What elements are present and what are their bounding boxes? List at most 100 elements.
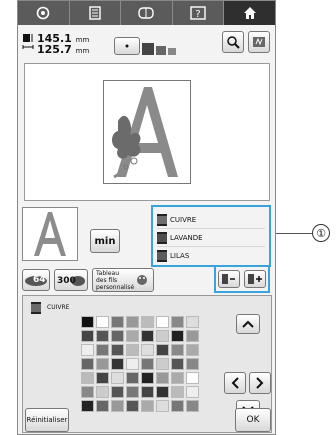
- color-swatch[interactable]: [186, 400, 199, 412]
- document-icon: [89, 6, 101, 20]
- color-swatch[interactable]: [141, 344, 154, 356]
- color-swatch[interactable]: [141, 316, 154, 328]
- color-swatch[interactable]: [156, 358, 169, 370]
- color-swatch[interactable]: [171, 400, 184, 412]
- color-swatch[interactable]: [186, 372, 199, 384]
- color-swatch[interactable]: [111, 344, 124, 356]
- thread-color-name: CUIVRE: [170, 215, 197, 224]
- custom-thread-table-label: Tableau des fils personnalisé: [96, 269, 135, 291]
- color-swatch[interactable]: [141, 400, 154, 412]
- color-swatch[interactable]: [141, 330, 154, 342]
- color-swatch[interactable]: [81, 330, 94, 342]
- color-swatch[interactable]: [96, 386, 109, 398]
- scroll-up-button[interactable]: [236, 314, 260, 334]
- color-swatch[interactable]: [111, 358, 124, 370]
- color-swatch[interactable]: [186, 330, 199, 342]
- current-thread-spool-icon: [31, 302, 41, 314]
- magnifier-icon: [227, 36, 240, 49]
- color-swatch[interactable]: [81, 400, 94, 412]
- color-swatch[interactable]: [126, 386, 139, 398]
- color-swatch[interactable]: [81, 386, 94, 398]
- scroll-left-button[interactable]: [224, 372, 246, 394]
- color-swatch[interactable]: [156, 400, 169, 412]
- palette-300-button[interactable]: 300: [54, 269, 88, 291]
- ok-button[interactable]: OK: [235, 408, 271, 432]
- memory-icon: [253, 37, 265, 47]
- thread-previous-button[interactable]: [218, 270, 240, 288]
- color-swatch[interactable]: [141, 386, 154, 398]
- color-swatch[interactable]: [96, 358, 109, 370]
- center-needle-button[interactable]: [114, 37, 140, 55]
- color-swatch[interactable]: [171, 330, 184, 342]
- color-swatch[interactable]: [126, 358, 139, 370]
- thread-row[interactable]: CUIVRE: [157, 211, 265, 229]
- color-swatch[interactable]: [156, 386, 169, 398]
- color-swatch[interactable]: [186, 358, 199, 370]
- color-swatch[interactable]: [111, 400, 124, 412]
- color-swatch[interactable]: [156, 372, 169, 384]
- color-swatch[interactable]: [111, 330, 124, 342]
- palette-64-label: 64: [33, 275, 46, 285]
- thread-row[interactable]: LILAS: [157, 247, 265, 265]
- color-swatch[interactable]: [171, 358, 184, 370]
- color-swatch[interactable]: [96, 344, 109, 356]
- custom-thread-table-button[interactable]: Tableau des fils personnalisé: [92, 268, 154, 292]
- color-swatch[interactable]: [126, 400, 139, 412]
- color-swatch[interactable]: [126, 344, 139, 356]
- color-swatch[interactable]: [171, 344, 184, 356]
- pattern-height: 125.7 mm: [37, 43, 90, 56]
- chevron-up-icon: [242, 320, 254, 328]
- chevron-right-icon: [256, 377, 264, 389]
- color-swatch[interactable]: [81, 358, 94, 370]
- color-swatch[interactable]: [186, 316, 199, 328]
- pattern-size-readout: 145.1 mm 125.7 mm: [22, 30, 112, 60]
- color-swatch[interactable]: [171, 386, 184, 398]
- min-button[interactable]: min: [90, 229, 120, 253]
- tab-help[interactable]: ?: [173, 1, 225, 25]
- pattern-preview: [24, 63, 270, 201]
- color-swatch[interactable]: [96, 330, 109, 342]
- color-swatch[interactable]: [96, 372, 109, 384]
- thread-color-list: CUIVRE LAVANDE LILAS: [151, 205, 271, 267]
- thread-color-name: LILAS: [170, 252, 190, 260]
- color-swatch[interactable]: [156, 344, 169, 356]
- color-swatch[interactable]: [186, 386, 199, 398]
- scroll-right-button[interactable]: [249, 372, 271, 394]
- tab-settings[interactable]: [18, 1, 70, 25]
- color-swatch[interactable]: [171, 316, 184, 328]
- palette-64-button[interactable]: 64: [22, 269, 50, 291]
- thread-color-name: LAVANDE: [170, 233, 203, 242]
- color-swatch[interactable]: [141, 358, 154, 370]
- color-swatch[interactable]: [141, 372, 154, 384]
- thread-spool-icon: [157, 250, 167, 262]
- thread-next-button[interactable]: [244, 270, 266, 288]
- color-swatch[interactable]: [186, 344, 199, 356]
- thread-row[interactable]: LAVANDE: [157, 229, 265, 247]
- color-swatch[interactable]: [111, 386, 124, 398]
- color-swatch[interactable]: [156, 316, 169, 328]
- color-swatch[interactable]: [111, 316, 124, 328]
- color-swatch[interactable]: [126, 316, 139, 328]
- color-swatch[interactable]: [81, 372, 94, 384]
- letter-a-embroidery-design: [112, 87, 178, 179]
- color-swatch[interactable]: [96, 400, 109, 412]
- color-swatch[interactable]: [111, 372, 124, 384]
- tab-home[interactable]: [224, 1, 275, 25]
- color-swatch[interactable]: [81, 344, 94, 356]
- color-swatch[interactable]: [156, 330, 169, 342]
- memory-button[interactable]: [248, 31, 270, 53]
- color-swatch[interactable]: [126, 372, 139, 384]
- color-swatch[interactable]: [171, 372, 184, 384]
- pattern-thumbnail: [22, 207, 78, 261]
- embroidery-edit-screen: ? 145.1 mm 125.7 mm min CUIVRE LAVANDE L…: [17, 0, 276, 435]
- color-swatch[interactable]: [96, 316, 109, 328]
- chevron-left-icon: [231, 377, 239, 389]
- needle-point-icon: [125, 44, 129, 48]
- magnify-button[interactable]: [222, 31, 244, 53]
- tab-help-document[interactable]: [70, 1, 122, 25]
- callout-number: ①: [312, 224, 330, 242]
- reset-button[interactable]: Réinitialiser: [25, 408, 69, 432]
- color-swatch[interactable]: [126, 330, 139, 342]
- color-swatch[interactable]: [81, 316, 94, 328]
- tab-embroidery-unit[interactable]: [121, 1, 173, 25]
